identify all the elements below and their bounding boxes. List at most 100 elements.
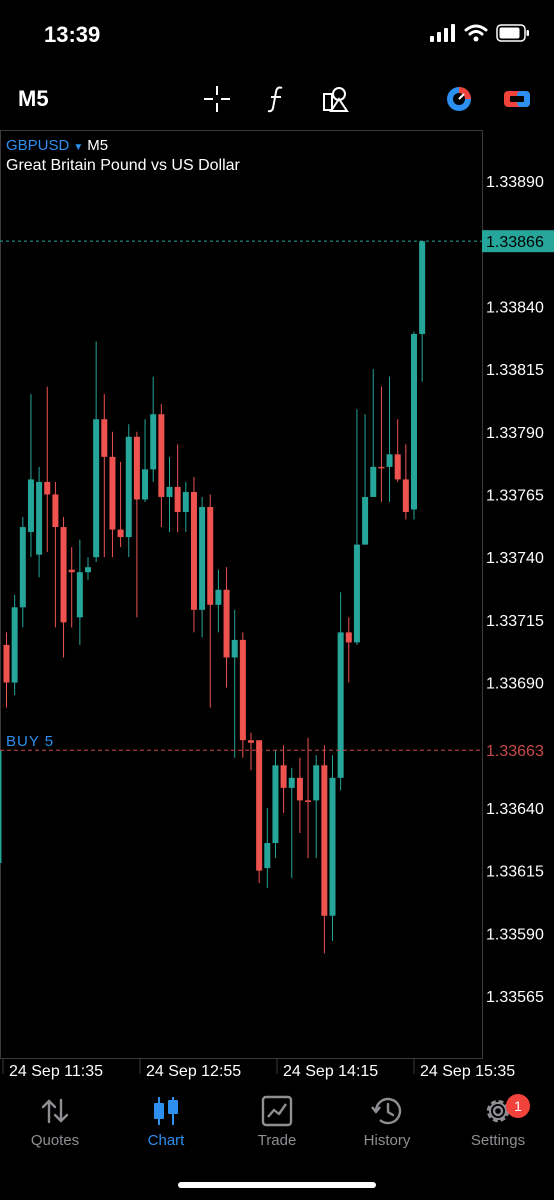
candle-body <box>11 607 18 683</box>
speedometer-icon <box>447 87 471 111</box>
quotes-icon <box>41 1098 69 1124</box>
objects-button[interactable] <box>318 82 352 116</box>
candle-body <box>36 481 43 555</box>
candle-body <box>345 632 352 643</box>
candle-body <box>411 333 417 510</box>
candle-body <box>158 414 165 497</box>
candle-body <box>353 544 360 643</box>
candle-body <box>288 777 295 788</box>
candle-body <box>85 567 91 573</box>
candle-body <box>166 486 173 497</box>
candle-body <box>142 469 149 500</box>
candle-body <box>362 496 369 545</box>
trade-ticket-icon <box>504 91 530 107</box>
symbol-header[interactable]: GBPUSD ▼ M5 <box>6 137 108 154</box>
candle-body <box>256 740 263 871</box>
candle-body <box>321 765 328 916</box>
candle-body <box>386 454 393 467</box>
candle-body <box>199 507 206 610</box>
y-tick-label: 1.33740 <box>486 550 544 567</box>
candle-body <box>280 765 287 788</box>
candle-body <box>394 454 401 480</box>
y-tick-label: 1.33640 <box>486 801 544 818</box>
wifi-icon <box>464 24 488 42</box>
candle-body <box>272 765 279 844</box>
candle-body <box>337 632 344 778</box>
candle-body <box>182 491 189 513</box>
candle-body <box>19 527 26 608</box>
y-tick-label: 1.33765 <box>486 487 544 504</box>
candle-body <box>27 479 34 533</box>
candle-body <box>101 419 108 457</box>
y-tick-label: 1.33840 <box>486 299 544 316</box>
y-tick-label: 1.33690 <box>486 676 544 693</box>
tab-history[interactable]: History <box>337 1094 437 1149</box>
tab-chart[interactable]: Chart <box>116 1094 216 1149</box>
candle-body <box>313 765 320 801</box>
indicators-button[interactable] <box>260 82 294 116</box>
candle-body <box>248 740 254 743</box>
candle-body <box>190 491 197 610</box>
home-indicator <box>178 1182 376 1188</box>
shapes-icon <box>323 87 349 112</box>
plot-frame <box>0 130 483 1059</box>
candle-body <box>378 466 385 469</box>
y-tick-label: 1.33790 <box>486 425 544 442</box>
tab-trade[interactable]: Trade <box>227 1094 327 1149</box>
symbol-name[interactable]: GBPUSD <box>6 137 69 154</box>
candle-body <box>223 589 230 658</box>
crosshair-icon <box>204 86 230 112</box>
price-chart[interactable]: 1.33890 1.33840 1.33815 1.33790 1.33765 1.337… <box>0 130 554 1090</box>
candle-body <box>117 529 124 538</box>
candle-body <box>174 486 181 513</box>
crosshair-button[interactable] <box>200 82 234 116</box>
order-label: BUY 5 <box>6 733 54 750</box>
candle-body <box>231 639 238 658</box>
tab-label: Settings <box>470 1132 526 1149</box>
candle-body <box>60 527 67 623</box>
candle-body <box>207 507 214 605</box>
x-tick-label: 24 Sep 11:35 <box>9 1063 103 1080</box>
one-click-trading-button[interactable] <box>442 82 476 116</box>
trade-icon <box>261 1095 293 1127</box>
tab-quotes[interactable]: Quotes <box>5 1094 105 1149</box>
x-tick-label: 24 Sep 12:55 <box>146 1063 241 1080</box>
x-tick-label: 24 Sep 14:15 <box>283 1063 378 1080</box>
tab-label: Chart <box>147 1132 185 1149</box>
candle-body <box>329 777 336 916</box>
notification-badge: 1 <box>506 1094 530 1118</box>
y-tick-label: 1.33815 <box>486 362 544 379</box>
timeframe-button[interactable]: M5 <box>18 86 49 112</box>
candle-body <box>215 589 222 605</box>
y-tick-label: 1.33615 <box>486 864 544 881</box>
candle-body <box>3 644 10 683</box>
candlestick-icon <box>154 1097 178 1125</box>
tab-label: Trade <box>257 1132 297 1149</box>
function-icon <box>267 86 283 113</box>
status-icons <box>430 24 530 42</box>
y-tick-label: 1.33890 <box>486 174 544 191</box>
y-tick-label: 1.33565 <box>486 989 544 1006</box>
candle-body <box>296 777 303 801</box>
order-price-label: 1.33663 <box>486 743 544 760</box>
tab-label: History <box>363 1132 411 1149</box>
candle-body <box>68 569 75 573</box>
signal-icon <box>430 24 455 42</box>
candle-body <box>76 572 83 618</box>
trade-panel-button[interactable] <box>500 82 534 116</box>
candle-body <box>305 800 312 802</box>
tab-settings[interactable]: Settings 1 <box>448 1094 548 1149</box>
candlestick-chart[interactable]: 1.33890 1.33840 1.33815 1.33790 1.33765 1.337… <box>0 130 554 1090</box>
y-tick-label: 1.33715 <box>486 613 544 630</box>
chevron-down-icon[interactable]: ▼ <box>73 142 83 153</box>
candle-body <box>370 466 377 497</box>
battery-icon <box>496 24 529 42</box>
history-icon <box>371 1097 402 1125</box>
tab-label: Quotes <box>30 1132 80 1149</box>
y-tick-label: 1.33590 <box>486 926 544 943</box>
candle-body <box>133 436 140 500</box>
candle-body <box>264 843 271 869</box>
chart-toolbar: M5 <box>0 72 554 124</box>
candle-body <box>419 241 426 334</box>
bid-price-label: 1.33866 <box>486 234 544 251</box>
